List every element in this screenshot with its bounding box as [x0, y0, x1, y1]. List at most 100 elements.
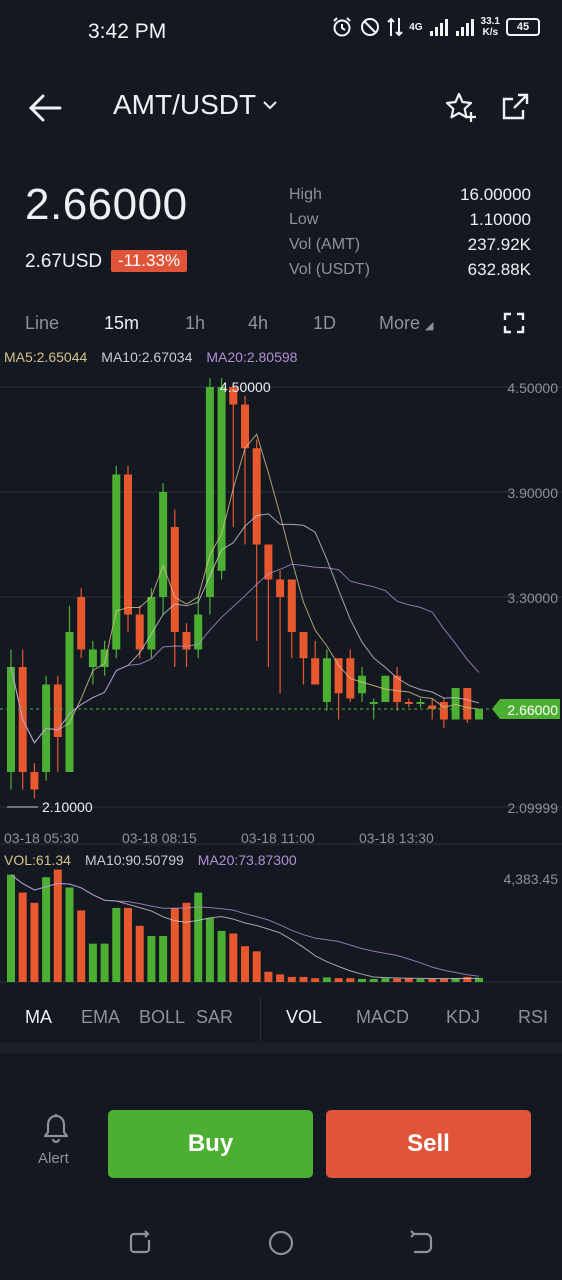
back-nav-icon[interactable]: [406, 1228, 436, 1258]
volume-axis-label: 4,383.45: [504, 871, 559, 887]
volume-bar: [135, 925, 144, 982]
volume-bar: [53, 869, 62, 982]
tab-4h[interactable]: 4h: [248, 313, 268, 334]
indicator-separator: [260, 997, 261, 1041]
vol-ma10-label: MA10:90.50799: [84, 852, 184, 868]
volume-bar: [159, 936, 168, 982]
recent-apps-icon[interactable]: [126, 1228, 156, 1258]
change-badge: -11.33%: [111, 250, 188, 272]
usd-price: 2.67USD: [25, 251, 103, 272]
share-icon[interactable]: [498, 90, 532, 124]
volume-bar: [147, 936, 156, 982]
tab-line[interactable]: Line: [25, 313, 59, 334]
candle-body: [30, 772, 39, 790]
candle-body: [77, 597, 86, 650]
high-marker-label: 4.50000: [220, 379, 271, 395]
dnd-icon: [361, 18, 380, 36]
volume-bar: [194, 892, 203, 982]
volume-bar: [322, 977, 331, 982]
indicator-sar[interactable]: SAR: [196, 1007, 233, 1028]
indicator-vol[interactable]: VOL: [286, 1007, 322, 1028]
alert-label[interactable]: Alert: [38, 1150, 69, 1167]
stat-high: High 16.00000: [289, 184, 531, 204]
volume-bar: [170, 907, 179, 982]
vol-label: VOL:61.34: [4, 852, 71, 868]
volume-bar: [299, 976, 308, 982]
candle-body: [124, 474, 132, 615]
candle-body: [88, 649, 97, 667]
tab-1d[interactable]: 1D: [313, 313, 336, 334]
candle-body: [147, 597, 156, 650]
low-marker-label: 2.10000: [42, 799, 93, 815]
x-axis-label: 03-18 08:15: [122, 830, 197, 846]
volume-bar: [112, 907, 121, 982]
volume-bar: [358, 978, 366, 982]
candle-body: [276, 579, 285, 597]
ma20-label: MA20:2.80598: [206, 349, 298, 365]
candle-body: [287, 579, 296, 632]
signal-icon-2: [455, 19, 474, 36]
volume-bar: [241, 946, 249, 982]
tab-15m[interactable]: 15m: [104, 313, 139, 334]
home-icon[interactable]: [266, 1228, 296, 1258]
ma10-label: MA10:2.67034: [101, 349, 193, 365]
y-axis-label: 3.90000: [507, 485, 558, 501]
candle-body: [404, 702, 413, 704]
indicator-rsi[interactable]: RSI: [518, 1007, 548, 1028]
current-price-label: 2.66000: [507, 702, 558, 718]
volume-bar: [287, 976, 296, 982]
volume-bar: [428, 978, 437, 982]
indicator-ma[interactable]: MA: [25, 1007, 52, 1028]
status-time: 3:42 PM: [88, 20, 167, 43]
volume-bar: [404, 978, 413, 982]
last-price: 2.66000: [25, 180, 188, 229]
fullscreen-icon[interactable]: [503, 312, 525, 334]
tab-1h[interactable]: 1h: [185, 313, 205, 334]
ma5-label: MA5:2.65044: [4, 349, 88, 365]
volume-bar: [439, 978, 448, 982]
vol-legend: VOL:61.34 MA10:90.50799 MA20:73.87300: [4, 852, 297, 868]
favorite-star-icon[interactable]: [444, 90, 478, 124]
x-axis-label: 03-18 11:00: [241, 830, 315, 846]
data-transfer-icon: [387, 17, 403, 37]
bell-icon[interactable]: [41, 1112, 71, 1144]
volume-bar: [100, 943, 109, 982]
candle-body: [241, 404, 249, 449]
pair-selector[interactable]: AMT/USDT: [113, 89, 278, 121]
back-arrow-icon[interactable]: [26, 88, 66, 128]
volume-bar: [77, 910, 86, 982]
volume-bar: [393, 978, 402, 982]
volume-bar: [252, 951, 261, 982]
candle-body: [451, 688, 460, 720]
candle-body: [428, 705, 437, 709]
volume-bar: [264, 971, 273, 982]
indicator-macd[interactable]: MACD: [356, 1007, 409, 1028]
tab-more[interactable]: More ◢: [379, 313, 434, 334]
candle-body: [369, 702, 378, 704]
candle-body: [252, 448, 261, 545]
volume-bar: [416, 978, 425, 982]
candlestick-chart[interactable]: 4.50000 3.90000 3.30000 2.09999 03-18 05:30 0…: [0, 370, 562, 985]
volume-bar: [229, 933, 238, 982]
buy-button[interactable]: Buy: [108, 1110, 313, 1178]
indicator-boll[interactable]: BOLL: [139, 1007, 185, 1028]
volume-bar: [30, 902, 39, 982]
volume-bar: [369, 978, 378, 982]
indicator-ema[interactable]: EMA: [81, 1007, 120, 1028]
volume-bar: [276, 974, 285, 982]
volume-bar: [182, 902, 191, 982]
y-axis-label: 2.09999: [507, 800, 558, 816]
candle-body: [334, 658, 343, 694]
signal-icon: [429, 19, 448, 36]
stat-vol-usdt: Vol (USDT) 632.88K: [289, 259, 531, 279]
y-axis-label: 4.50000: [507, 380, 558, 396]
sell-button[interactable]: Sell: [326, 1110, 531, 1178]
volume-bar: [217, 930, 226, 982]
chevron-down-icon: [263, 101, 277, 110]
candle-body: [217, 387, 226, 571]
indicator-kdj[interactable]: KDJ: [446, 1007, 480, 1028]
pair-title: AMT/USDT: [113, 89, 257, 120]
volume-bar: [205, 918, 214, 982]
candle-body: [182, 632, 191, 650]
candle-body: [475, 709, 483, 720]
